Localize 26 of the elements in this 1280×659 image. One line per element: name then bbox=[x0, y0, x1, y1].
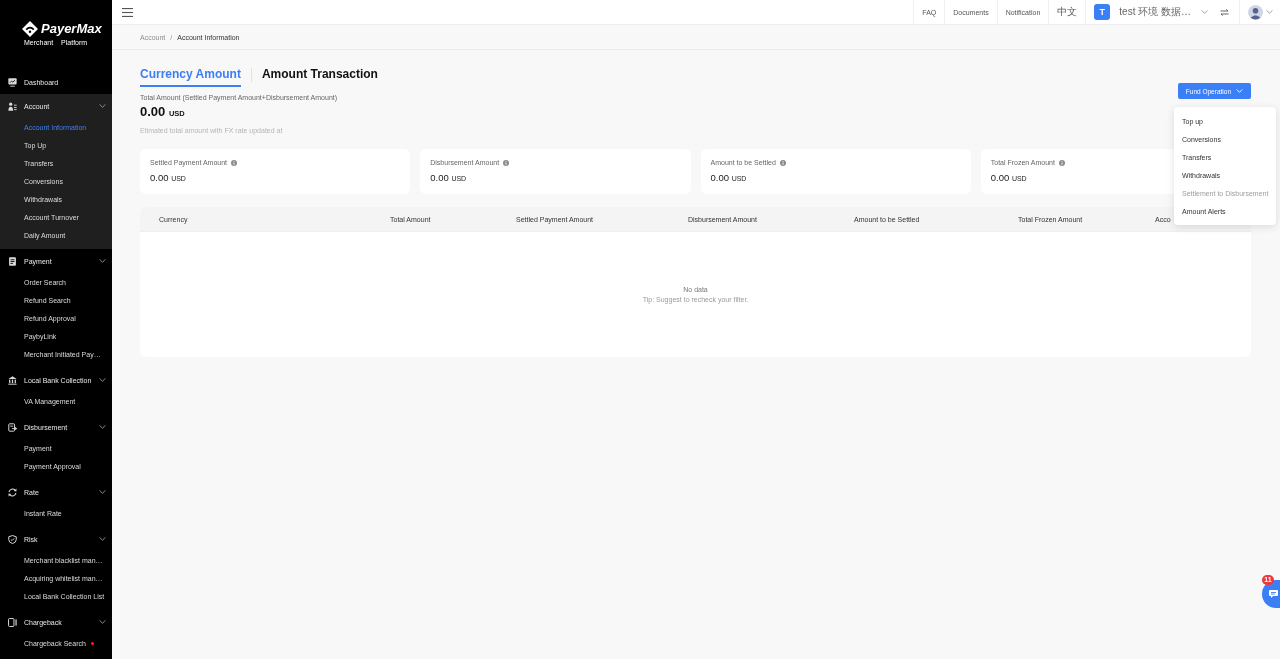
logo-text: PayerMax bbox=[41, 21, 102, 37]
account-avatar: T bbox=[1094, 4, 1111, 20]
user-avatar-icon[interactable] bbox=[1248, 4, 1263, 20]
user-list-icon bbox=[8, 101, 17, 111]
document-icon bbox=[8, 256, 17, 266]
header-link[interactable]: 中文 bbox=[1048, 0, 1086, 24]
info-icon bbox=[779, 159, 786, 166]
bank-icon bbox=[8, 375, 17, 385]
chevron-icon bbox=[1201, 10, 1208, 14]
account-name[interactable]: test 环境 数据… bbox=[1119, 5, 1191, 19]
chat-button[interactable] bbox=[1262, 580, 1280, 608]
phone-icon bbox=[8, 617, 17, 627]
caret-icon bbox=[1236, 89, 1243, 93]
info-icon bbox=[231, 159, 238, 166]
exchange-icon bbox=[8, 487, 17, 497]
menu-icon[interactable] bbox=[122, 7, 133, 17]
info-icon bbox=[1058, 159, 1065, 166]
chevron-icon bbox=[1266, 10, 1273, 14]
chat-icon bbox=[1269, 590, 1278, 598]
shield-check-icon bbox=[8, 534, 17, 544]
monitor-icon bbox=[8, 77, 17, 87]
info-icon bbox=[503, 159, 510, 166]
swap-icon[interactable] bbox=[1220, 8, 1229, 16]
diamond-logo-icon bbox=[22, 21, 38, 37]
tab[interactable]: Currency Amount bbox=[140, 66, 241, 87]
tab[interactable]: Amount Transaction bbox=[261, 66, 378, 87]
